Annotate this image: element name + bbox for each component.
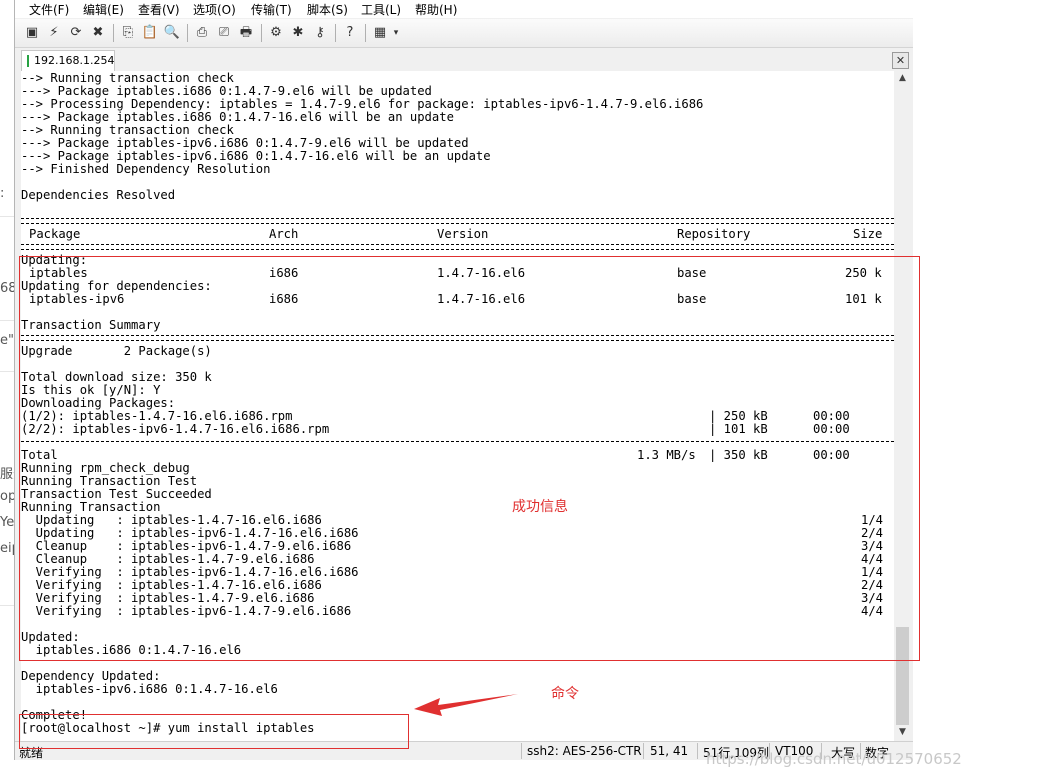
terminal-line: Dependencies Resolved xyxy=(21,188,176,202)
toolbar: ▣ ⚡ ⟳ ✖ ⎘ 📋 🔍 ⎙ ⎚ 🖶 ⚙ ✱ ⚷ ? ▦ ▾ xyxy=(15,19,913,48)
arrow-icon xyxy=(414,694,518,716)
connect-icon[interactable]: ▣ xyxy=(23,24,41,42)
print-icon[interactable]: 🖶 xyxy=(237,24,255,42)
toolbar-overflow-icon[interactable]: ▾ xyxy=(391,24,401,42)
menu-transfer[interactable]: 传输(T) xyxy=(251,1,292,18)
background-page-margin xyxy=(913,0,1037,782)
watermark: https://blog.csdn.net/u012570652 xyxy=(706,750,962,768)
key-icon[interactable]: ⚷ xyxy=(311,24,329,42)
scroll-up-arrow-icon[interactable]: ▲ xyxy=(894,71,911,85)
copy-icon[interactable]: ⎘ xyxy=(119,24,137,42)
global-options-icon[interactable]: ✱ xyxy=(289,24,307,42)
menu-script[interactable]: 脚本(S) xyxy=(307,1,348,18)
strip-text: e" xyxy=(0,333,14,348)
success-annotation: 成功信息 xyxy=(512,499,568,515)
menu-tools[interactable]: 工具(L) xyxy=(361,1,401,18)
tab-close-icon[interactable]: ✕ xyxy=(892,52,909,69)
header-size: Size xyxy=(853,227,883,241)
terminal-line: iptables-ipv6.i686 0:1.4.7-16.el6 xyxy=(21,682,278,696)
scroll-down-arrow-icon[interactable]: ▼ xyxy=(894,725,911,739)
menu-view[interactable]: 查看(V) xyxy=(138,1,180,18)
help-icon[interactable]: ? xyxy=(341,24,359,42)
tab-session[interactable]: 192.168.1.254 xyxy=(21,50,115,71)
success-highlight-box xyxy=(19,256,920,661)
tab-label: 192.168.1.254 xyxy=(34,54,115,67)
header-repository: Repository xyxy=(677,227,751,241)
strip-text: : xyxy=(0,186,5,201)
tab-bar: 192.168.1.254 ✕ xyxy=(15,49,913,71)
print-setup-icon[interactable]: ⎙ xyxy=(193,24,211,42)
command-highlight-box xyxy=(19,714,409,749)
command-annotation: 命令 xyxy=(551,686,579,702)
quick-connect-icon[interactable]: ⚡ xyxy=(45,24,63,42)
menu-options[interactable]: 选项(O) xyxy=(193,1,236,18)
disconnect-icon[interactable]: ✖ xyxy=(89,24,107,42)
session-status-icon xyxy=(27,55,29,67)
menu-help[interactable]: 帮助(H) xyxy=(415,1,457,18)
terminal-line: --> Finished Dependency Resolution xyxy=(21,162,271,176)
reconnect-icon[interactable]: ⟳ xyxy=(67,24,85,42)
status-cipher: ssh2: AES-256-CTR xyxy=(527,744,642,758)
paste-icon[interactable]: 📋 xyxy=(141,24,159,42)
separator-line xyxy=(21,244,894,250)
find-icon[interactable]: 🔍 xyxy=(163,24,181,42)
header-version: Version xyxy=(437,227,489,241)
session-options-icon[interactable]: ⚙ xyxy=(267,24,285,42)
menu-edit[interactable]: 编辑(E) xyxy=(83,1,124,18)
header-arch: Arch xyxy=(269,227,299,241)
separator-line xyxy=(21,218,894,224)
background-page-strip: : 68 e" 服务 opp Yet eip xyxy=(0,0,26,782)
keymap-icon[interactable]: ▦ xyxy=(371,24,389,42)
status-cursor: 51, 41 xyxy=(650,744,689,758)
menu-file[interactable]: 文件(F) xyxy=(29,1,69,18)
header-package: Package xyxy=(29,227,81,241)
print-selection-icon[interactable]: ⎚ xyxy=(215,24,233,42)
menu-bar: 文件(F) 编辑(E) 查看(V) 选项(O) 传输(T) 脚本(S) 工具(L… xyxy=(15,0,913,18)
